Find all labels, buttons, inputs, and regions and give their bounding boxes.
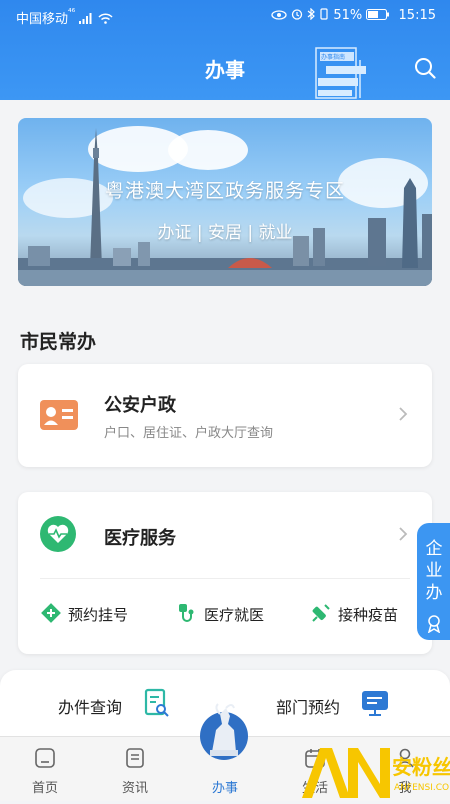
service-label: 接种疫苗 [338, 606, 399, 624]
medical-services-card: 医疗服务 预约挂号 医疗就医 接种疫苗 [18, 492, 432, 654]
watermark-brand: 安粉丝 [392, 755, 450, 779]
silent-icon [320, 8, 328, 20]
status-left: 中国移动⁴⁶ [16, 8, 113, 27]
appointment-registration-link[interactable]: 预约挂号 [40, 602, 140, 626]
section-title: 市民常办 [20, 331, 97, 353]
anfensi-watermark: 安粉丝 ANFENSI.COM [300, 740, 450, 800]
eye-icon [271, 10, 287, 20]
banner-subtitle: 办证 | 安居 | 就业 [157, 223, 293, 243]
stethoscope-icon [179, 604, 194, 622]
tab-label: 资讯 [121, 781, 148, 796]
id-card-icon [40, 400, 78, 430]
ribbon-icon [427, 615, 441, 633]
tab-label: 办事 [211, 781, 238, 796]
search-button[interactable] [414, 57, 436, 79]
heart-pulse-icon [40, 516, 76, 552]
greater-bay-area-banner[interactable]: 粤港澳大湾区政务服务专区 办证 | 安居 | 就业 [18, 118, 432, 286]
department-appointment-button[interactable]: 部门预约 [276, 686, 396, 720]
anfensi-logo: 安粉丝 ANFENSI.COM [302, 748, 450, 798]
header-bar: 中国移动⁴⁶ 51% 15:15 办事 办事指南 [0, 0, 450, 100]
clock-time: 15:15 [398, 8, 436, 23]
home-icon [35, 748, 55, 768]
case-query-button[interactable]: 办件查询 [58, 686, 178, 720]
service-guide-button[interactable]: 办事指南 [312, 46, 374, 100]
quick-label: 办件查询 [58, 698, 123, 717]
card-title: 医疗服务 [104, 528, 176, 549]
card-subtitle: 户口、居住证、户政大厅查询 [104, 426, 274, 441]
guide-label: 办事指南 [321, 53, 345, 61]
battery-percent: 51% [333, 8, 363, 23]
document-search-icon [144, 688, 169, 717]
banner-title: 粤港澳大湾区政务服务专区 [104, 180, 345, 202]
syringe-icon [312, 604, 330, 622]
network-type: ⁴⁶ [68, 8, 76, 18]
vaccination-link[interactable]: 接种疫苗 [310, 602, 420, 626]
carrier-name: 中国移动 [16, 12, 69, 27]
status-right: 51% 15:15 [271, 7, 436, 23]
medical-visit-link[interactable]: 医疗就医 [176, 602, 286, 626]
police-household-card[interactable]: 公安户政 户口、居住证、户政大厅查询 [18, 364, 432, 467]
card-title: 公安户政 [104, 395, 176, 416]
five-goats-emblem-icon [200, 703, 248, 760]
quick-label: 部门预约 [276, 698, 341, 717]
side-tab-label: 企业办 [425, 539, 443, 603]
wifi-icon [97, 13, 113, 24]
divider [40, 578, 410, 579]
bluetooth-icon [307, 7, 315, 21]
plus-diamond-icon [41, 603, 61, 623]
medical-services-header[interactable]: 医疗服务 [18, 492, 432, 578]
goat-emblem-button[interactable] [198, 700, 250, 762]
news-icon [126, 748, 144, 768]
monitor-icon [362, 691, 388, 716]
signal-icon [79, 13, 92, 24]
search-icon [415, 58, 436, 79]
tab-news[interactable]: 资讯 [105, 737, 165, 801]
guide-book-icon: 办事指南 [315, 47, 366, 99]
service-label: 医疗就医 [204, 606, 265, 624]
service-label: 预约挂号 [68, 606, 129, 624]
chevron-right-icon [399, 407, 408, 421]
enterprise-service-tab[interactable]: 企业办 [417, 523, 450, 640]
status-bar: 中国移动⁴⁶ 51% 15:15 [0, 0, 450, 32]
tab-home[interactable]: 首页 [15, 737, 75, 801]
page-title: 办事 [205, 58, 245, 82]
watermark-url: ANFENSI.COM [394, 783, 450, 793]
battery-icon [366, 9, 390, 20]
tab-label: 首页 [31, 781, 58, 796]
chevron-right-icon [399, 527, 408, 541]
alarm-icon [291, 9, 303, 20]
